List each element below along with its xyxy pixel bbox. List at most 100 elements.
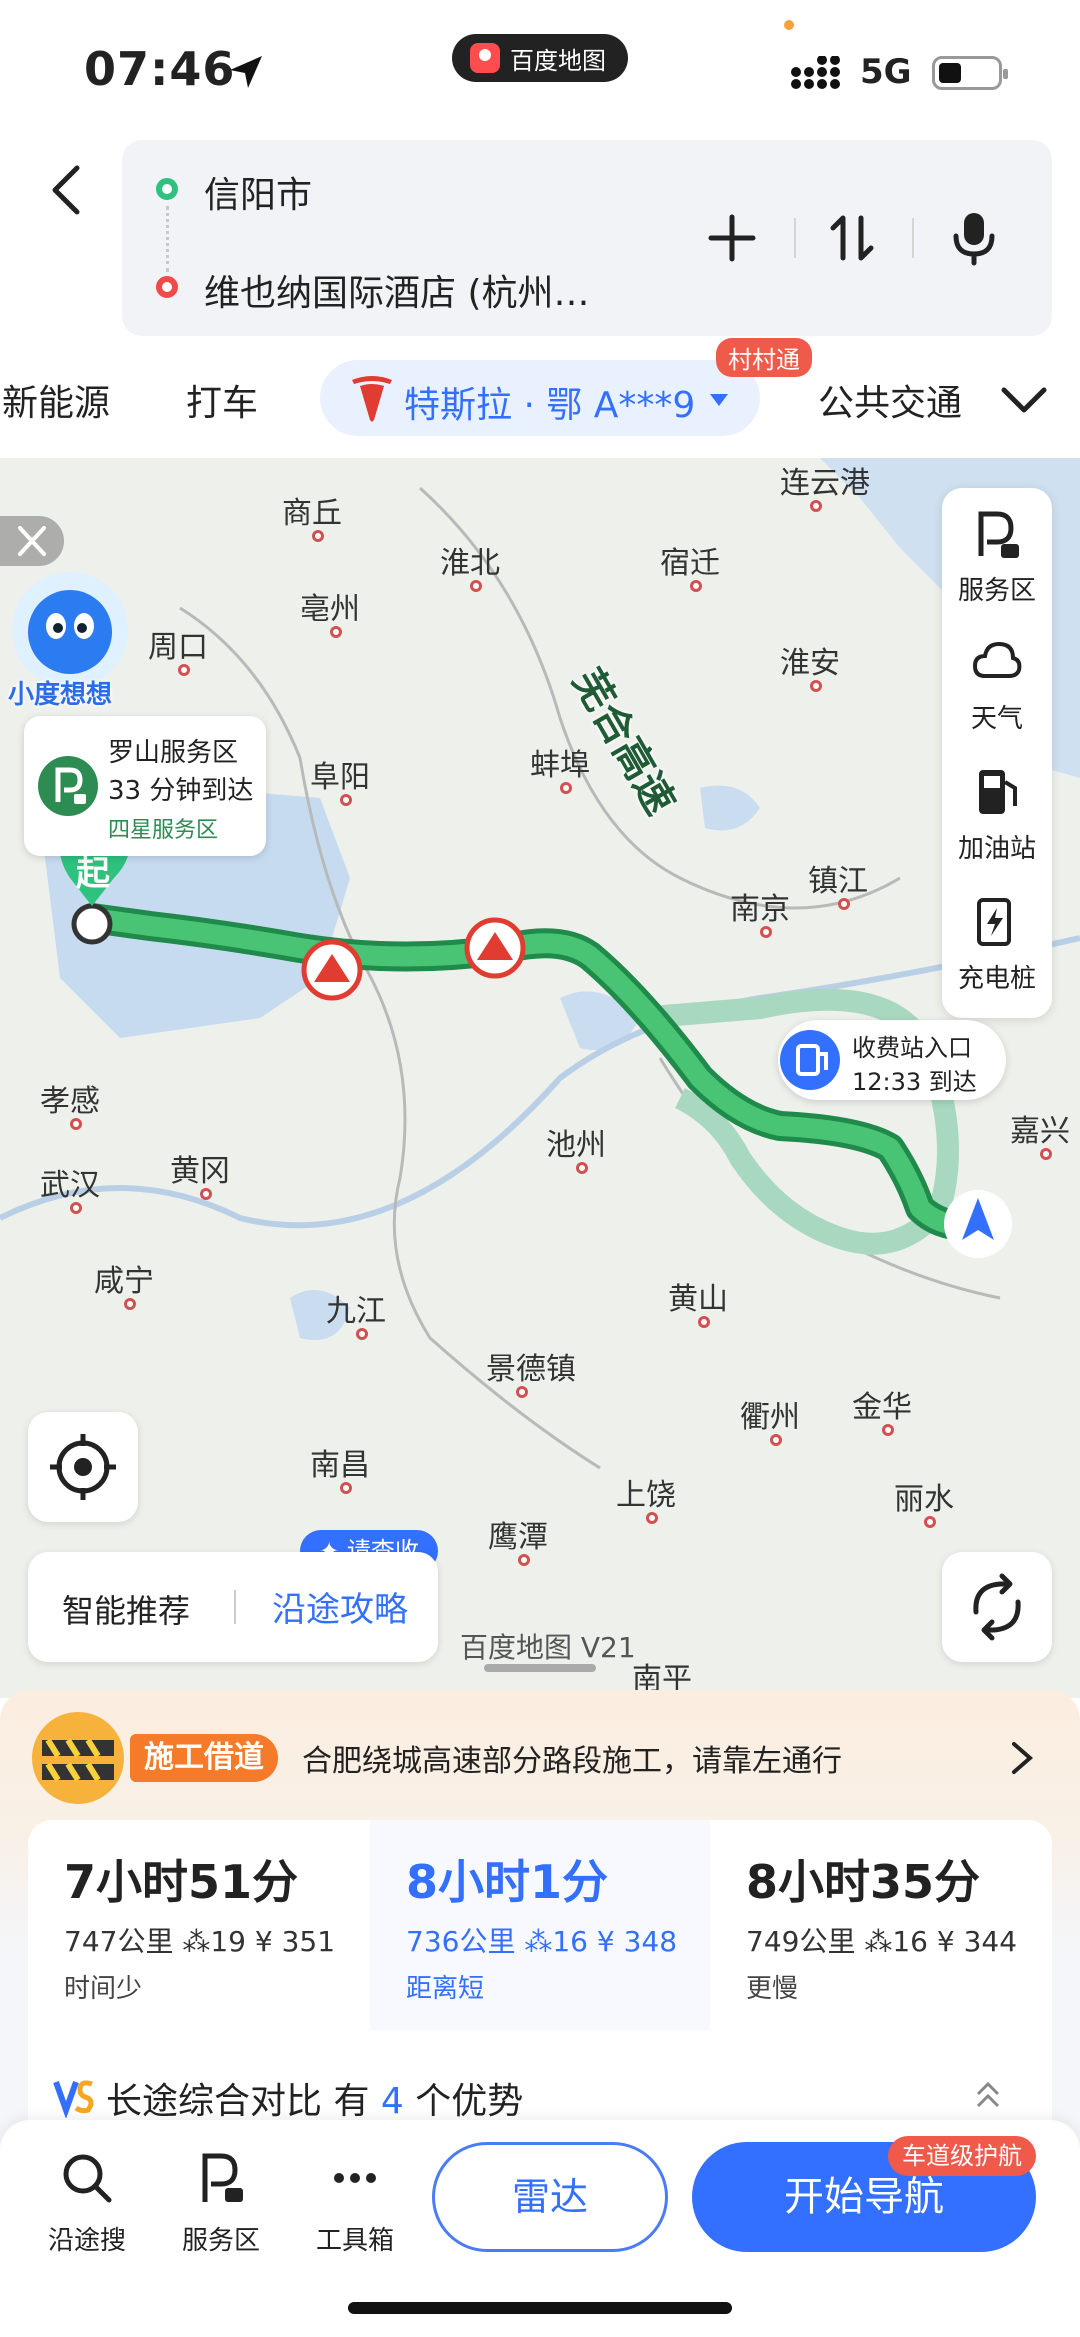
route-distance: 749公里: [746, 1925, 856, 1958]
tab-new-energy[interactable]: 新能源: [2, 374, 110, 426]
city-dot-icon: [882, 1424, 894, 1436]
tab-car[interactable]: 特斯拉 · 鄂 A***9: [320, 360, 760, 436]
nav-search-along[interactable]: 沿途搜: [32, 2148, 142, 2257]
smart-recommend-button[interactable]: 智能推荐: [62, 1586, 190, 1632]
tool-charging[interactable]: 充电桩: [942, 886, 1052, 1006]
tool-service-area-label: 服务区: [957, 576, 1036, 606]
route-option[interactable]: 7小时51分 747公里 ⁂19 ¥ 351 时间少: [28, 1820, 368, 2030]
nav-service-area[interactable]: 服务区: [166, 2148, 276, 2257]
tab-taxi[interactable]: 打车: [186, 374, 258, 426]
location-arrow-icon: [230, 56, 262, 88]
city-label: 连云港: [780, 466, 870, 501]
search-icon: [63, 2154, 112, 2203]
app-indicator: 百度地图: [452, 34, 628, 82]
city-label: 宿迁: [660, 546, 720, 581]
city-label: 南京: [730, 892, 790, 927]
chevron-up-icon: [976, 2081, 1000, 2108]
route-distance: 736公里: [406, 1925, 516, 1958]
toll-eta: 12:33 到达: [852, 1068, 977, 1096]
route-cost: ¥ 344: [936, 1925, 1018, 1958]
city-label: 金华: [852, 1390, 912, 1425]
city-label: 南昌: [310, 1448, 370, 1483]
route-lights: 16: [552, 1925, 588, 1958]
assistant-label[interactable]: 小度想想: [8, 674, 112, 711]
car-label: 特斯拉 · 鄂 A***9: [404, 385, 696, 426]
back-button[interactable]: [30, 150, 100, 230]
service-area-eta: 33 分钟到达: [108, 776, 254, 806]
tool-gas-station[interactable]: 加油站: [942, 756, 1052, 876]
city-dot-icon: [810, 680, 822, 692]
route-meta: 747公里 ⁂19 ¥ 351: [64, 1920, 335, 1960]
route-duration: 8小时35分: [746, 1855, 981, 1909]
origin-field[interactable]: 信阳市: [204, 166, 312, 218]
city-label: 咸宁: [94, 1264, 154, 1299]
city-dot-icon: [924, 1516, 936, 1528]
city-label: 镇江: [808, 864, 868, 899]
city-dot-icon: [330, 626, 342, 638]
city-dot-icon: [560, 782, 572, 794]
divider: [234, 1590, 236, 1624]
lane-guard-badge: 车道级护航: [888, 2136, 1036, 2176]
route-input-box: 信阳市 维也纳国际酒店 (杭州…: [122, 140, 1052, 336]
chevron-down-icon[interactable]: [994, 376, 1054, 426]
microphone-icon: [953, 213, 995, 266]
toll-entrance-card[interactable]: 收费站入口 12:33 到达: [778, 1020, 1006, 1100]
city-dot-icon: [760, 926, 772, 938]
radar-button[interactable]: 雷达: [432, 2142, 668, 2252]
swap-route-button[interactable]: [822, 208, 882, 268]
route-connector: [166, 206, 169, 272]
compare-count: 4: [380, 2081, 404, 2122]
city-dot-icon: [810, 500, 822, 512]
tab-transit[interactable]: 公共交通: [818, 374, 962, 426]
close-assistant-button[interactable]: [0, 516, 64, 566]
refresh-icon: [973, 1573, 1021, 1641]
along-guide-button[interactable]: 沿途攻略: [272, 1582, 408, 1631]
city-dot-icon: [70, 1202, 82, 1214]
home-indicator[interactable]: [348, 2302, 732, 2314]
toll-name: 收费站入口: [852, 1034, 972, 1062]
recommend-bar: 智能推荐 沿途攻略: [28, 1552, 438, 1662]
city-dot-icon: [340, 794, 352, 806]
traffic-light-icon: ⁂: [524, 1925, 553, 1958]
city-dot-icon: [312, 530, 324, 542]
destination-field[interactable]: 维也纳国际酒店 (杭州…: [204, 264, 604, 316]
fuel-pump-icon: [979, 770, 1017, 814]
sheet-drag-handle[interactable]: [484, 1664, 596, 1672]
route-meta: 736公里 ⁂16 ¥ 348: [406, 1920, 677, 1960]
tool-service-area[interactable]: 服务区: [942, 498, 1052, 618]
destination-dot-icon: [156, 276, 178, 298]
service-area-level: 四星服务区: [108, 818, 219, 843]
construction-marker-icon: [464, 917, 526, 979]
route-option[interactable]: 8小时35分 749公里 ⁂16 ¥ 344 更慢: [710, 1820, 1050, 2030]
parking-service-icon: [202, 2153, 243, 2202]
service-area-icon: [38, 756, 98, 816]
city-dot-icon: [838, 898, 850, 910]
divider: [912, 218, 914, 258]
city-label: 黄山: [668, 1282, 728, 1317]
parking-service-icon: [978, 511, 1019, 558]
city-dot-icon: [698, 1316, 710, 1328]
city-label: 丽水: [894, 1482, 954, 1517]
city-label: 池州: [546, 1128, 606, 1163]
compare-text: 长途综合对比 有 4 个优势: [106, 2072, 523, 2124]
app-name: 百度地图: [510, 46, 606, 75]
locate-button[interactable]: [28, 1412, 138, 1522]
privacy-dot-icon: [784, 20, 794, 30]
service-area-card[interactable]: 罗山服务区 33 分钟到达 四星服务区: [24, 716, 266, 856]
travel-mode-bar: 新能源 打车 特斯拉 · 鄂 A***9 公共交通: [0, 346, 1080, 456]
add-waypoint-button[interactable]: [702, 208, 762, 268]
voice-input-button[interactable]: [944, 208, 1004, 268]
divider: [794, 218, 796, 258]
nav-toolbox[interactable]: 工具箱: [300, 2148, 410, 2257]
route-option-selected[interactable]: 8小时1分 736公里 ⁂16 ¥ 348 距离短: [370, 1820, 710, 2030]
tool-weather[interactable]: 天气: [942, 626, 1052, 746]
city-label: 淮安: [780, 646, 840, 681]
city-label: 上饶: [616, 1478, 676, 1513]
notice-message: 合肥绕城高速部分路段施工，请靠左通行: [302, 1744, 842, 1779]
construction-notice[interactable]: 施工借道 合肥绕城高速部分路段施工，请靠左通行: [0, 1690, 1080, 1820]
city-dot-icon: [124, 1298, 136, 1310]
charging-pile-icon: [977, 898, 1011, 946]
refresh-button[interactable]: [942, 1552, 1052, 1662]
city-label: 阜阳: [310, 760, 370, 795]
route-cost: ¥ 348: [596, 1925, 678, 1958]
